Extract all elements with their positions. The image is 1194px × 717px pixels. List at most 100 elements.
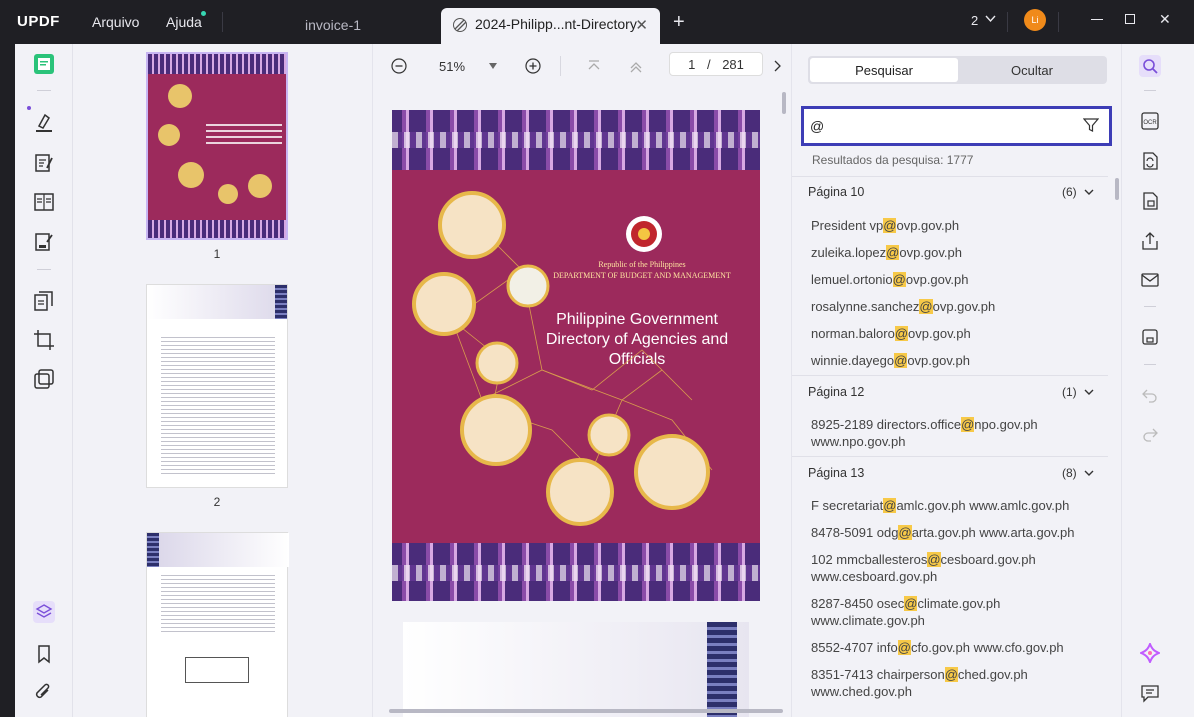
search-result[interactable]: winnie.dayego@ovp.gov.ph [811, 352, 1101, 369]
close-window-icon[interactable]: ✕ [1159, 11, 1171, 28]
menu-file[interactable]: Arquivo [92, 14, 139, 30]
bookmark-icon[interactable] [33, 643, 55, 665]
results-summary: Resultados da pesquisa: 1777 [812, 153, 974, 167]
chevron-down-icon[interactable] [1084, 189, 1094, 196]
minimize-icon[interactable] [1091, 19, 1103, 20]
thumbnail-header [147, 285, 287, 319]
document-icon [453, 18, 467, 32]
compress-icon[interactable] [33, 368, 55, 390]
undo-icon[interactable] [1140, 385, 1160, 405]
highlighter-icon[interactable] [33, 112, 55, 134]
ocr-icon[interactable]: OCR [1140, 111, 1160, 131]
title-bar: UPDF Arquivo Ajuda invoice-1 2024-Philip… [0, 0, 1194, 44]
page-layout-icon[interactable] [33, 191, 55, 213]
page-number-field[interactable]: 1 / 281 [669, 52, 763, 76]
search-result[interactable]: rosalynne.sanchez@ovp.gov.ph [811, 298, 1101, 315]
search-result[interactable]: President vp@ovp.gov.ph [811, 217, 1101, 234]
thumbnail-toc-lines [161, 337, 275, 477]
page-viewer: 51% 1 / 281 Republic of the Philippines … [373, 44, 791, 717]
search-result[interactable]: 8552-4707 info@cfo.gov.ph www.cfo.gov.ph [811, 639, 1101, 656]
search-result[interactable]: 8478-5091 odg@arta.gov.ph www.arta.gov.p… [811, 524, 1101, 541]
convert-icon[interactable] [1140, 151, 1160, 171]
tab-invoice[interactable]: invoice-1 [245, 8, 435, 44]
save-icon[interactable] [1140, 327, 1160, 347]
result-group-count: (6) [1062, 185, 1077, 199]
thumbnail-graphic [158, 124, 180, 146]
layers-icon[interactable] [33, 601, 55, 623]
search-result[interactable]: zuleika.lopez@ovp.gov.ph [811, 244, 1101, 261]
menu-help[interactable]: Ajuda [166, 14, 202, 30]
more-nav-icon[interactable] [773, 60, 783, 72]
edit-pdf-icon[interactable] [33, 152, 55, 174]
new-tab-button[interactable]: + [673, 11, 685, 34]
result-group-title[interactable]: Página 12 [808, 385, 864, 399]
search-panel: Pesquisar Ocultar Resultados da pesquisa… [791, 44, 1121, 717]
thumbnail-graphic [178, 162, 204, 188]
zoom-dropdown-icon[interactable] [489, 63, 497, 69]
search-result[interactable]: 8351-7413 chairperson@ched.gov.ph www.ch… [811, 666, 1101, 700]
divider [37, 90, 51, 91]
thumbnail-page-2[interactable] [146, 284, 288, 488]
thumbnail-toc-lines [161, 575, 275, 635]
avatar[interactable]: Li [1024, 9, 1046, 31]
chevron-down-icon[interactable] [985, 15, 996, 23]
form-icon[interactable] [33, 231, 55, 253]
window-count[interactable]: 2 [971, 13, 978, 28]
thumbnail-page-1[interactable] [146, 52, 288, 240]
share-icon[interactable] [1140, 231, 1160, 251]
reader-mode-icon[interactable] [33, 53, 55, 75]
ai-assistant-icon[interactable] [1140, 643, 1160, 663]
search-input[interactable] [810, 116, 1070, 136]
first-page-icon[interactable] [587, 59, 601, 73]
horizontal-scrollbar[interactable] [389, 709, 783, 713]
left-toolbar [15, 44, 73, 717]
search-result[interactable]: 8925-2189 directors.office@npo.gov.ph ww… [811, 416, 1101, 450]
vertical-scrollbar[interactable] [782, 92, 786, 114]
thumbnail-title-lines [206, 124, 282, 148]
crop-icon[interactable] [33, 329, 55, 351]
result-group-title[interactable]: Página 10 [808, 185, 864, 199]
email-icon[interactable] [1140, 270, 1160, 290]
tab-hide[interactable]: Ocultar [959, 58, 1105, 82]
attachment-icon[interactable] [33, 682, 55, 704]
search-result[interactable]: 102 mmcballesteros@cesboard.gov.ph www.c… [811, 551, 1101, 585]
search-result[interactable]: F secretariat@amlc.gov.ph www.amlc.gov.p… [811, 497, 1101, 514]
result-group-title[interactable]: Página 13 [808, 466, 864, 480]
redo-icon[interactable] [1140, 424, 1160, 444]
app-logo: UPDF [17, 13, 60, 30]
maximize-icon[interactable] [1125, 14, 1135, 24]
chevron-down-icon[interactable] [1084, 389, 1094, 396]
search-result[interactable]: 8287-8450 osec@climate.gov.ph www.climat… [811, 595, 1101, 629]
search-result[interactable]: lemuel.ortonio@ovp.gov.ph [811, 271, 1101, 288]
search-icon[interactable] [1139, 55, 1161, 77]
cover-illustration [412, 191, 713, 526]
thumbnail-page-3[interactable] [146, 532, 289, 717]
zoom-in-icon[interactable] [525, 58, 541, 74]
close-tab-icon[interactable]: ✕ [635, 16, 648, 34]
divider [1058, 12, 1059, 32]
page-band [707, 622, 737, 717]
search-mode-toggle: Pesquisar Ocultar [808, 56, 1107, 84]
divider [222, 12, 223, 32]
result-group-count: (8) [1062, 466, 1077, 480]
protect-icon[interactable] [1140, 191, 1160, 211]
active-dot [27, 106, 31, 110]
zoom-level[interactable]: 51% [439, 59, 465, 74]
thumbnail-band [275, 285, 287, 319]
results-scrollbar[interactable] [1115, 178, 1119, 200]
chevron-down-icon[interactable] [1084, 470, 1094, 477]
svg-text:OCR: OCR [1143, 120, 1157, 126]
previous-page-icon[interactable] [629, 59, 643, 73]
organize-pages-icon[interactable] [33, 290, 55, 312]
cover-bottom-band [392, 543, 760, 601]
thumbnail-panel: 1 2 [73, 44, 373, 717]
search-result[interactable]: norman.baloro@ovp.gov.ph [811, 325, 1101, 342]
tab-search[interactable]: Pesquisar [810, 58, 958, 82]
divider [1144, 90, 1156, 91]
app-body: 1 2 51% 1 / 281 Republic of the Philippi… [15, 44, 1194, 717]
zoom-out-icon[interactable] [391, 58, 407, 74]
tab-directory[interactable]: 2024-Philipp...nt-Directory ✕ [441, 8, 660, 44]
filter-icon[interactable] [1083, 117, 1099, 133]
comment-icon[interactable] [1140, 683, 1160, 703]
thumbnail-band [148, 220, 286, 238]
